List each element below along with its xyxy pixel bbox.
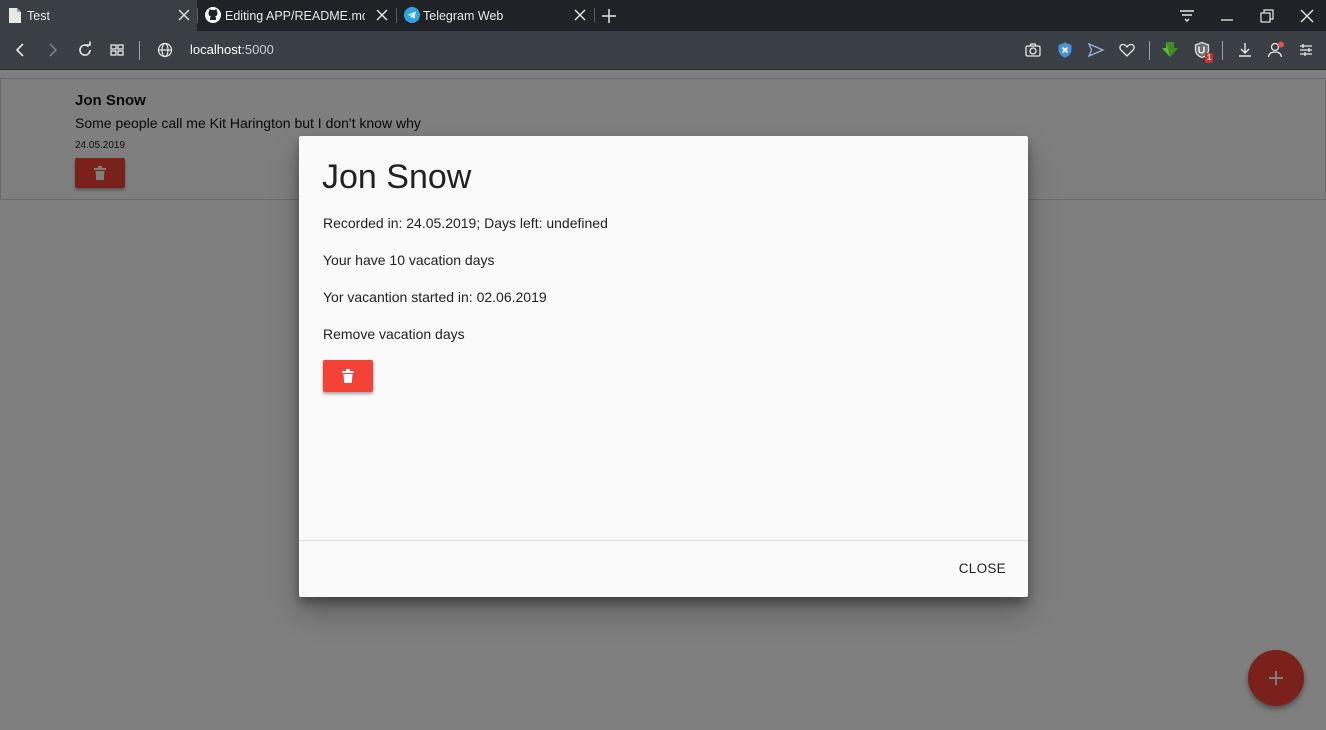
settings-sliders-icon[interactable]	[1297, 41, 1315, 59]
restore-icon[interactable]	[1258, 7, 1276, 25]
heart-icon[interactable]	[1118, 41, 1136, 59]
shield-blocker-icon[interactable]	[1056, 41, 1074, 59]
tab-telegram[interactable]: Telegram Web	[397, 0, 593, 31]
minimize-icon[interactable]	[1218, 7, 1236, 25]
profile-icon[interactable]	[1267, 41, 1285, 59]
address-port: :5000	[241, 42, 274, 57]
tab-github[interactable]: Editing APP/README.md a	[197, 0, 395, 31]
tab-close-icon[interactable]	[177, 8, 191, 22]
close-button[interactable]: CLOSE	[959, 561, 1006, 576]
new-tab-icon[interactable]	[600, 7, 618, 25]
document-icon	[9, 8, 21, 23]
address-host: localhost	[190, 42, 242, 57]
tab-strip: Test Editing APP/README.md a Telegram We…	[0, 0, 1326, 31]
forward-icon[interactable]	[43, 41, 61, 59]
extension-badge: 1	[1205, 53, 1214, 63]
address-bar[interactable]: localhost:5000	[190, 42, 274, 57]
remove-vacation-button[interactable]	[323, 360, 373, 392]
vacation-start-text: Yor vacantion started in: 02.06.2019	[323, 289, 547, 305]
toolbar-divider	[1149, 41, 1150, 60]
recorded-text: Recorded in: 24.05.2019; Days left: unde…	[323, 215, 608, 231]
send-icon[interactable]	[1087, 41, 1105, 59]
browser-toolbar: localhost:5000 1	[0, 31, 1326, 70]
tab-close-icon[interactable]	[375, 8, 389, 22]
employee-modal: Jon Snow Recorded in: 24.05.2019; Days l…	[299, 136, 1028, 597]
back-icon[interactable]	[12, 41, 30, 59]
tab-test[interactable]: Test	[0, 0, 197, 31]
toolbar-divider	[1222, 41, 1223, 60]
tab-title: Editing APP/README.md a	[225, 9, 365, 23]
close-window-icon[interactable]	[1298, 7, 1316, 25]
remove-label: Remove vacation days	[323, 326, 465, 342]
telegram-icon	[404, 7, 420, 23]
tab-title: Telegram Web	[423, 9, 504, 23]
reload-icon[interactable]	[76, 41, 94, 59]
tab-title: Test	[27, 9, 50, 23]
tab-grid-icon[interactable]	[108, 41, 126, 59]
tab-close-icon[interactable]	[573, 8, 587, 22]
trash-icon	[342, 369, 354, 383]
download-icon[interactable]	[1236, 41, 1254, 59]
tab-separator	[594, 8, 595, 23]
github-icon	[205, 7, 221, 23]
tab-menu-icon[interactable]	[1178, 7, 1196, 25]
camera-icon[interactable]	[1024, 41, 1042, 59]
globe-icon[interactable]	[156, 41, 174, 59]
modal-footer: CLOSE	[299, 540, 1028, 597]
modal-title: Jon Snow	[322, 158, 472, 196]
download-manager-icon[interactable]	[1161, 41, 1179, 59]
toolbar-divider	[139, 41, 140, 60]
tab-separator	[197, 8, 198, 23]
vacation-days-text: Your have 10 vacation days	[323, 252, 495, 268]
